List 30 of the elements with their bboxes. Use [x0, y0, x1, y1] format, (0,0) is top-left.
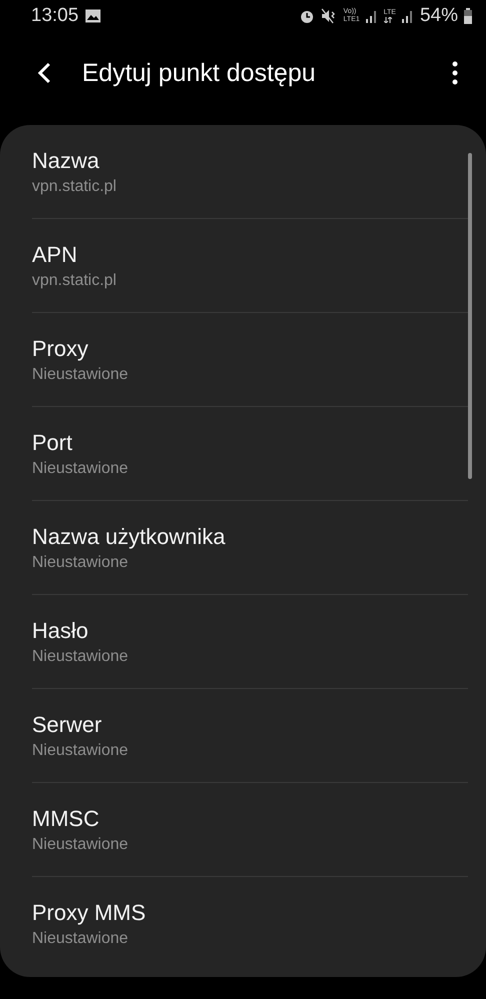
- mute-icon: [321, 8, 338, 24]
- more-options-icon: [452, 61, 458, 85]
- page-title: Edytuj punkt dostępu: [82, 58, 316, 88]
- signal-icon: [366, 9, 378, 23]
- setting-title[interactable]: Port: [32, 430, 468, 456]
- setting-title[interactable]: APN: [32, 242, 468, 268]
- scrollbar[interactable]: [468, 153, 472, 479]
- setting-title[interactable]: Proxy: [32, 336, 468, 362]
- setting-value: Nieustawione: [32, 366, 130, 384]
- setting-title[interactable]: Hasło: [32, 618, 468, 644]
- setting-value: Nieustawione: [32, 460, 130, 478]
- alarm-clock-icon: [299, 8, 316, 24]
- setting-title[interactable]: Nazwa użytkownika: [32, 524, 468, 550]
- setting-value: Nieustawione: [32, 554, 130, 572]
- signal-icon: [402, 9, 414, 23]
- data-arrows-icon: [384, 17, 392, 23]
- battery-icon: [464, 8, 472, 24]
- setting-value: Nieustawione: [32, 648, 130, 666]
- setting-title[interactable]: Proxy MMS: [32, 900, 468, 926]
- setting-value: Nieustawione: [32, 742, 130, 760]
- setting-value: Nieustawione: [32, 930, 130, 948]
- image-icon: [84, 9, 101, 23]
- setting-title[interactable]: MMSC: [32, 806, 468, 832]
- setting-title[interactable]: Nazwa: [32, 148, 468, 174]
- battery-percent: 54%: [420, 5, 458, 27]
- setting-value: vpn.static.pl: [32, 272, 118, 290]
- setting-title[interactable]: Serwer: [32, 712, 468, 738]
- setting-value: vpn.static.pl: [32, 178, 118, 196]
- setting-value: Nieustawione: [32, 836, 130, 854]
- status-time: 13:05: [31, 5, 79, 27]
